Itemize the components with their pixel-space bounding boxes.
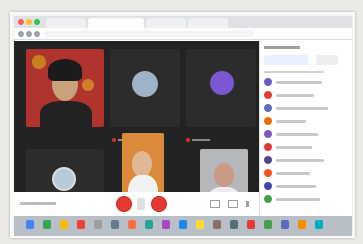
browser-tab-active[interactable] <box>88 18 144 28</box>
minimize-window-icon[interactable] <box>26 19 32 25</box>
dock-app-icon[interactable] <box>298 220 306 229</box>
participant-avatar-icon <box>264 169 272 177</box>
participant-avatar-icon <box>264 78 272 86</box>
panel-title <box>264 46 300 49</box>
participants-panel <box>259 41 352 217</box>
video-tile-participant-1[interactable] <box>26 49 104 127</box>
dock-app-icon[interactable] <box>145 220 153 229</box>
close-window-icon[interactable] <box>18 19 24 25</box>
dock-app-icon[interactable] <box>94 220 102 229</box>
participant-row[interactable] <box>264 181 350 191</box>
screen <box>14 16 352 236</box>
participant-name <box>276 185 316 188</box>
dock-app-icon[interactable] <box>179 220 187 229</box>
browser-tab[interactable] <box>146 18 186 28</box>
participant-name <box>276 146 312 149</box>
participant-name <box>276 172 310 175</box>
participant-row[interactable] <box>264 77 350 87</box>
muted-mic-icon <box>112 138 116 142</box>
video-grid <box>14 41 259 217</box>
add-people-button[interactable] <box>264 55 308 65</box>
participant-label <box>192 139 210 141</box>
muted-mic-icon <box>186 138 190 142</box>
dock-app-icon[interactable] <box>60 220 68 229</box>
turn-off-camera-button[interactable] <box>151 196 167 212</box>
macos-dock <box>14 216 352 236</box>
mute-microphone-button[interactable] <box>116 196 132 212</box>
dock-app-icon[interactable] <box>196 220 204 229</box>
participant-avatar-icon <box>264 104 272 112</box>
in-call-label <box>264 71 324 73</box>
maximize-window-icon[interactable] <box>34 19 40 25</box>
end-call-icon[interactable] <box>137 198 145 210</box>
avatar-icon <box>210 71 234 95</box>
participant-avatar-icon <box>264 130 272 138</box>
dock-app-icon[interactable] <box>315 220 323 229</box>
dock-app-icon[interactable] <box>162 220 170 229</box>
participant-name <box>276 159 324 162</box>
participant-name <box>276 198 320 201</box>
participant-row[interactable] <box>264 129 350 139</box>
dock-app-icon[interactable] <box>213 220 221 229</box>
hair <box>48 59 82 81</box>
call-controls-bar <box>14 192 259 216</box>
forward-icon[interactable] <box>26 31 32 37</box>
participant-row[interactable] <box>264 90 350 100</box>
participant-row[interactable] <box>264 116 350 126</box>
participant-row[interactable] <box>264 168 350 178</box>
present-screen-icon[interactable] <box>228 200 238 208</box>
reload-icon[interactable] <box>34 31 40 37</box>
dock-app-icon[interactable] <box>128 220 136 229</box>
dock-app-icon[interactable] <box>264 220 272 229</box>
mute-all-button[interactable] <box>316 55 338 65</box>
participant-name <box>276 107 328 110</box>
participant-avatar-icon <box>264 195 272 203</box>
dock-app-icon[interactable] <box>77 220 85 229</box>
participant-avatar-icon <box>264 117 272 125</box>
dock-app-icon[interactable] <box>247 220 255 229</box>
avatar-icon <box>132 71 158 97</box>
more-options-icon[interactable] <box>246 201 249 207</box>
participant-row[interactable] <box>264 155 350 165</box>
shoulders <box>40 101 92 127</box>
participant-row[interactable] <box>264 194 350 204</box>
dock-app-icon[interactable] <box>230 220 238 229</box>
participant-name <box>276 120 306 123</box>
dock-app-icon[interactable] <box>43 220 51 229</box>
participant-name <box>276 81 322 84</box>
back-icon[interactable] <box>18 31 24 37</box>
url-field[interactable] <box>44 31 254 37</box>
meeting-details-link[interactable] <box>20 202 56 205</box>
participant-row[interactable] <box>264 142 350 152</box>
participant-name <box>276 133 318 136</box>
browser-tab[interactable] <box>188 18 228 28</box>
participant-avatar-icon <box>264 143 272 151</box>
participant-row[interactable] <box>264 103 350 113</box>
participant-name <box>276 94 314 97</box>
address-bar <box>14 28 352 40</box>
participant-avatar-icon <box>264 156 272 164</box>
dock-app-icon[interactable] <box>111 220 119 229</box>
participant-avatar-icon <box>264 182 272 190</box>
participant-avatar-icon <box>264 91 272 99</box>
browser-tab[interactable] <box>46 18 86 28</box>
dock-app-icon[interactable] <box>26 220 34 229</box>
video-tile-participant-2[interactable] <box>110 49 180 127</box>
video-tile-participant-3[interactable] <box>186 49 256 127</box>
browser-tab-bar <box>14 16 352 28</box>
dock-app-icon[interactable] <box>281 220 289 229</box>
avatar-icon <box>52 167 76 191</box>
captions-icon[interactable] <box>210 200 220 208</box>
